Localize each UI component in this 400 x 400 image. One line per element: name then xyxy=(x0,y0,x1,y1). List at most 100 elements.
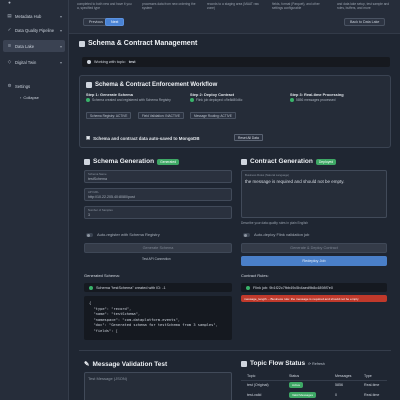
chevron-down-icon: ▾ xyxy=(59,27,62,33)
step-2-status-text: Flink job deployed: c9e8d80d6c xyxy=(196,98,243,102)
generate-contract-button[interactable]: Generate & Deploy Contract xyxy=(241,243,387,253)
check-circle-icon xyxy=(86,98,90,102)
table-header: Type xyxy=(364,374,372,378)
reset-all-button[interactable]: Reset All Data xyxy=(234,134,263,141)
table-cell: Real-time xyxy=(364,393,380,397)
collapse-button[interactable]: ‹ Collapse xyxy=(20,95,39,100)
sidebar-item-digital-twin[interactable]: ◇ Digital Twin ▾ xyxy=(3,56,65,68)
step-description: fields, format (Parquet), and other sett… xyxy=(272,2,320,10)
table-header: Topic xyxy=(247,374,256,378)
table-cell: test-valid xyxy=(247,393,262,397)
info-icon xyxy=(87,60,91,64)
step-3-status: 5856 messages processed xyxy=(290,98,335,102)
topic-name: test xyxy=(128,60,136,64)
top-strip: completed to both new and have it you a,… xyxy=(69,0,400,34)
samples-field[interactable]: Number of Samples 3 xyxy=(84,206,232,219)
message-validation-title: ✎ Message Validation Test xyxy=(84,360,167,369)
field-label: Schema Name xyxy=(88,172,107,176)
chevron-down-icon: ▾ xyxy=(59,13,62,19)
check-circle-icon xyxy=(246,285,250,290)
sidebar-item-partial[interactable]: ● xyxy=(3,0,65,8)
step-3-title: Step 3: Real-time Processing xyxy=(290,92,344,97)
sidebar-item-metadata-hub[interactable]: ▤ Metadata Hub ▾ xyxy=(3,10,65,22)
auto-register-toggle[interactable] xyxy=(86,233,93,237)
topic-prefix: Working with topic: xyxy=(94,60,126,64)
check-icon: ✓ xyxy=(7,27,12,32)
gear-icon: ⚙ xyxy=(7,83,12,88)
api-url-field[interactable]: API URL http://10.22.205.40:8080/post xyxy=(84,188,232,201)
topic-banner: Working with topic: test xyxy=(82,57,390,67)
schema-generation-title: Schema Generation Generated xyxy=(84,158,180,165)
document-icon xyxy=(79,40,85,47)
chart-icon xyxy=(241,360,247,367)
autosave-text: Schema and contract data auto-saved to M… xyxy=(93,135,200,141)
rules-hint: Describe your data quality rules in plai… xyxy=(241,221,308,225)
auto-deploy-label: Auto-deploy Flink validation job xyxy=(254,232,310,237)
workflow-title-text: Schema & Contract Enforcement Workflow xyxy=(95,82,218,88)
contract-generation-title: Contract Generation Deployed xyxy=(241,158,337,165)
table-header: Status xyxy=(289,374,300,378)
table-cell: 5856 xyxy=(335,383,343,387)
step-description: and data lake setup, test sample and rol… xyxy=(337,2,390,10)
field-value: http://10.22.205.40:8080/post xyxy=(88,195,135,199)
test-message-textarea[interactable]: Test Message (JSON) xyxy=(84,372,232,400)
step-description: processes data from new ordering the sys… xyxy=(142,2,196,10)
sidebar: ● ▤ Metadata Hub ▾ ✓ Data Quality Pipeli… xyxy=(0,0,69,400)
next-button[interactable]: Next xyxy=(105,18,125,26)
redeploy-button[interactable]: Redeploy Job xyxy=(241,256,387,266)
sidebar-item-label: Digital Twin xyxy=(15,59,37,65)
schema-name-field[interactable]: Schema Name testSchema xyxy=(84,170,232,183)
table-cell: test (Original) xyxy=(247,383,269,387)
back-to-data-lake-button[interactable]: Back to Data Lake xyxy=(344,18,386,26)
chevron-down-icon: ▾ xyxy=(59,59,62,65)
sidebar-item-label: Settings xyxy=(15,83,31,89)
contract-icon xyxy=(241,158,247,165)
step-3-status-text: 5856 messages processed xyxy=(296,98,336,102)
collapse-label: Collapse xyxy=(23,95,39,100)
home-icon: ● xyxy=(8,0,11,5)
step-description: records to a staging area (MAAT raw zone… xyxy=(207,2,259,10)
auto-deploy-toggle[interactable] xyxy=(243,233,250,237)
test-api-link[interactable]: Test API Connection xyxy=(142,257,171,261)
business-rules-textarea[interactable]: Business Rules (Natural Language) the me… xyxy=(241,170,387,218)
textarea-label: Business Rules (Natural Language) xyxy=(245,173,290,177)
schema-code-block: { "type": "record", "name": "testSchema"… xyxy=(84,296,232,340)
field-label: API URL xyxy=(88,190,99,194)
sidebar-item-label: Data Quality Pipeline xyxy=(15,27,55,33)
contract-success-text: Flink job: 9b1f22c7fbb49c5b4aed9b8c4898f… xyxy=(253,285,334,290)
step-2-title: Step 2: Deploy Contract xyxy=(190,92,235,97)
topic-flow-title: Topic Flow Status ⟳ Refresh xyxy=(241,360,325,367)
twin-icon: ◇ xyxy=(7,59,12,64)
status-pill: Field Validation: INACTIVE xyxy=(138,112,185,119)
contract-rules-label: Contract Rules: xyxy=(241,273,269,278)
pencil-icon: ✎ xyxy=(84,361,90,368)
table-cell: Real-time xyxy=(364,383,380,387)
step-description: completed to both new and have it you a,… xyxy=(77,2,132,10)
step-1-title: Step 1: Generate Schema xyxy=(86,92,133,97)
generate-schema-button[interactable]: Generate Schema xyxy=(84,243,232,253)
check-circle-icon xyxy=(290,98,294,102)
workflow-icon xyxy=(86,82,92,88)
contract-success-message: Flink job: 9b1f22c7fbb49c5b4aed9b8c4898f… xyxy=(241,283,387,292)
check-circle-icon xyxy=(89,285,93,290)
sidebar-item-data-quality[interactable]: ✓ Data Quality Pipeline ▾ xyxy=(3,24,65,36)
table-cell: 0 xyxy=(335,393,337,397)
refresh-button[interactable]: ⟳ Refresh xyxy=(308,362,325,366)
divider xyxy=(79,350,391,351)
schema-success-text: Schema "testSchema" created with ID: -1 xyxy=(96,285,166,290)
status-badge: Deployed xyxy=(315,158,337,165)
topic-flow-title-text: Topic Flow Status xyxy=(250,360,306,367)
status-pill: Message Routing: ACTIVE xyxy=(190,112,236,119)
status-pill: Schema Registry: ACTIVE xyxy=(86,112,132,119)
workflow-panel: Schema & Contract Enforcement Workflow S… xyxy=(79,75,391,148)
sidebar-item-settings[interactable]: ⚙ Settings xyxy=(3,80,65,92)
workflow-title: Schema & Contract Enforcement Workflow xyxy=(86,82,217,88)
refresh-label: Refresh xyxy=(312,361,325,366)
sidebar-item-data-lake[interactable]: ≋ Data Lake ▾ xyxy=(3,40,65,52)
field-value: testSchema xyxy=(88,177,107,181)
auto-register-label: Auto-register with Schema Registry xyxy=(97,232,160,237)
step-2-status: Flink job deployed: c9e8d80d6c xyxy=(190,98,242,102)
sidebar-item-label: Metadata Hub xyxy=(15,13,42,19)
status-badge: Generated xyxy=(157,158,180,165)
autosave-notice: ▣ Schema and contract data auto-saved to… xyxy=(86,135,200,141)
